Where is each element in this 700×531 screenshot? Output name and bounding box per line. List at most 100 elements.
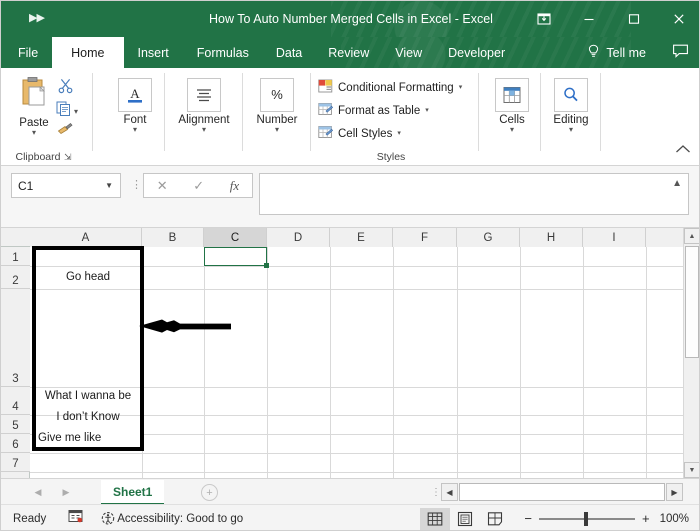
cell-area[interactable]: Go head What I wanna be I don’t Know Giv… — [30, 246, 699, 478]
row-header-6[interactable]: 6 — [1, 434, 30, 453]
cell-styles-label: Cell Styles — [338, 127, 393, 140]
styles-group-label: Styles — [376, 151, 406, 163]
column-header-j-partial[interactable] — [646, 228, 685, 247]
zoom-in-button[interactable]: + — [642, 511, 650, 526]
formula-input[interactable]: ▲ — [259, 173, 689, 215]
column-header-c[interactable]: C — [204, 228, 267, 247]
ribbon-group-number[interactable]: % Number ▾ — [243, 68, 311, 166]
ribbon-group-alignment[interactable]: Alignment ▾ — [165, 68, 243, 166]
chevron-down-icon[interactable]: ▾ — [425, 107, 429, 114]
vertical-scroll-thumb[interactable] — [685, 246, 699, 358]
fill-handle[interactable] — [264, 263, 269, 268]
tab-view[interactable]: View — [382, 37, 435, 68]
paste-button[interactable]: Paste ▾ — [11, 76, 57, 137]
close-icon[interactable] — [656, 1, 699, 37]
column-header-a[interactable]: A — [30, 228, 142, 247]
row-header-4[interactable]: 4 — [1, 387, 30, 415]
conditional-formatting-button[interactable]: Conditional Formatting ▾ — [318, 77, 462, 98]
comment-icon[interactable] — [672, 43, 689, 65]
column-header-e[interactable]: E — [330, 228, 393, 247]
add-sheet-plus-icon[interactable]: + — [201, 484, 218, 501]
format-painter-button[interactable] — [57, 122, 73, 142]
minimize-icon[interactable] — [566, 1, 611, 37]
tab-developer[interactable]: Developer — [435, 37, 518, 68]
ribbon-group-cells[interactable]: Cells ▾ — [483, 68, 541, 166]
zoom-slider-thumb[interactable] — [583, 511, 588, 526]
ribbon-group-clipboard: Paste ▾ ▾ Clipboard ⇲ — [1, 68, 93, 166]
column-header-b[interactable]: B — [142, 228, 204, 247]
row-header-7[interactable]: 7 — [1, 453, 30, 472]
chevron-down-icon[interactable]: ▾ — [74, 107, 78, 115]
horizontal-scrollbar[interactable]: ◀ ▶ — [441, 483, 683, 501]
split-handle-icon[interactable]: ⋮ — [431, 487, 441, 498]
horizontal-scroll-thumb[interactable] — [459, 483, 665, 501]
scroll-right-icon[interactable]: ▶ — [666, 483, 683, 501]
page-layout-view-button[interactable] — [450, 508, 480, 530]
column-header-g[interactable]: G — [457, 228, 520, 247]
chevron-down-icon[interactable]: ▾ — [32, 129, 36, 137]
scroll-down-icon[interactable]: ▼ — [684, 462, 699, 478]
cell-styles-icon — [318, 125, 334, 143]
column-header-h[interactable]: H — [520, 228, 583, 247]
accessibility-icon[interactable] — [101, 511, 116, 526]
chevron-down-icon[interactable]: ▾ — [133, 126, 137, 134]
formula-bar-grip: ⋮ — [131, 179, 142, 191]
zoom-level[interactable]: 100% — [660, 513, 689, 525]
status-mode: Ready — [13, 512, 47, 525]
ribbon-group-font[interactable]: A Font ▾ — [105, 68, 165, 166]
selected-cell-c1[interactable] — [204, 247, 269, 268]
enter-check-icon[interactable]: ✓ — [193, 178, 204, 194]
expand-formula-bar-icon[interactable]: ▲ — [672, 178, 682, 189]
dialog-box-launcher-icon[interactable]: ⇲ — [64, 152, 72, 163]
insert-function-icon[interactable]: fx — [230, 178, 239, 194]
chevron-down-icon[interactable]: ▾ — [202, 126, 206, 134]
scroll-left-icon[interactable]: ◀ — [441, 483, 458, 501]
column-header-f[interactable]: F — [393, 228, 457, 247]
tab-data[interactable]: Data — [263, 37, 315, 68]
row-header-5[interactable]: 5 — [1, 415, 30, 434]
page-break-preview-button[interactable] — [480, 508, 510, 530]
accessibility-status: Accessibility: Good to go — [117, 512, 244, 525]
chevron-down-icon[interactable]: ▾ — [569, 126, 573, 134]
ribbon-display-options-icon[interactable] — [521, 1, 566, 37]
zoom-out-button[interactable]: − — [524, 511, 532, 526]
copy-button[interactable]: ▾ — [56, 101, 78, 121]
normal-view-button[interactable] — [420, 507, 451, 530]
scroll-up-icon[interactable]: ▲ — [684, 228, 699, 244]
tab-review[interactable]: Review — [315, 37, 382, 68]
name-box[interactable]: C1 ▼ — [11, 173, 121, 198]
font-icon: A — [118, 78, 152, 112]
record-macro-icon[interactable] — [68, 509, 83, 528]
cut-button[interactable] — [58, 78, 74, 99]
tab-formulas[interactable]: Formulas — [183, 37, 263, 68]
row-header-3[interactable]: 3 — [1, 289, 30, 387]
merged-text-line-2: What I wanna be — [44, 390, 132, 402]
zoom-slider[interactable] — [538, 511, 635, 526]
chevron-down-icon[interactable]: ▾ — [459, 84, 463, 91]
column-header-i[interactable]: I — [583, 228, 646, 247]
next-sheet-icon[interactable]: ▶ — [57, 485, 75, 499]
tab-insert[interactable]: Insert — [124, 37, 183, 68]
row-header-1[interactable]: 1 — [1, 247, 30, 266]
tab-file[interactable]: File — [1, 37, 52, 68]
vertical-scrollbar[interactable]: ▲ ▼ — [683, 228, 699, 478]
cancel-x-icon[interactable]: ✕ — [157, 178, 168, 194]
chevron-down-icon[interactable]: ▾ — [397, 130, 401, 137]
format-as-table-button[interactable]: Format as Table ▾ — [318, 100, 462, 121]
tell-me-box[interactable]: Tell me — [587, 37, 646, 68]
merged-cell-block[interactable]: Go head What I wanna be I don’t Know Giv… — [32, 246, 144, 451]
tab-home[interactable]: Home — [52, 37, 124, 68]
sheet-tab-sheet1[interactable]: Sheet1 — [101, 480, 165, 505]
cell-styles-button[interactable]: Cell Styles ▾ — [318, 123, 462, 144]
excel-window: ▶▶ How To Auto Number Merged Cells in Ex… — [0, 0, 700, 531]
row-header-2[interactable]: 2 — [1, 266, 30, 289]
previous-sheet-icon[interactable]: ◀ — [29, 485, 47, 499]
chevron-down-icon[interactable]: ▾ — [510, 126, 514, 134]
ribbon-group-editing[interactable]: Editing ▾ — [541, 68, 601, 166]
name-box-dropdown-icon[interactable]: ▼ — [105, 181, 113, 190]
chevron-down-icon[interactable]: ▾ — [275, 126, 279, 134]
column-headers: A B C D E F G H I — [1, 228, 699, 247]
column-header-d[interactable]: D — [267, 228, 330, 247]
collapse-ribbon-chevron-icon[interactable] — [675, 141, 691, 159]
maximize-icon[interactable] — [611, 1, 656, 37]
